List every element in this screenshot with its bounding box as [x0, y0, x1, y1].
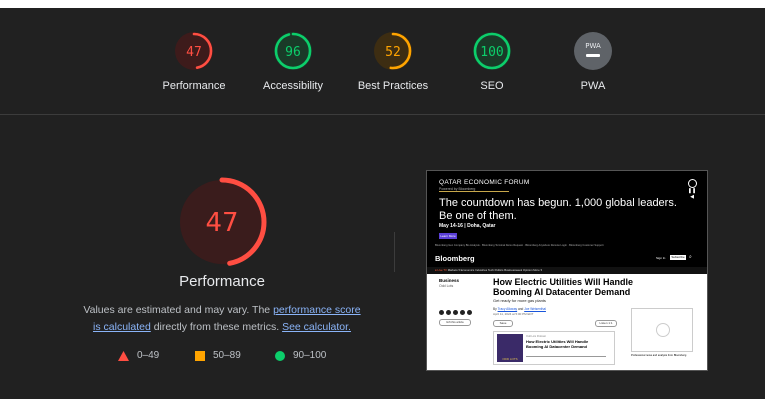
pwa-dash-icon [586, 54, 600, 57]
article: Business Odd Lots How Electric Utilities… [427, 274, 707, 370]
ad-date: May 14-16 | Doha, Qatar [439, 223, 496, 229]
close-icon[interactable] [687, 179, 697, 188]
article-dek: Get ready for more gas plants [493, 298, 546, 303]
pwa-badge-text: PWA [585, 42, 601, 50]
seo-score: 100 [480, 45, 503, 60]
share-icon[interactable] [439, 310, 444, 315]
page-screenshot[interactable]: QATAR ECONOMIC FORUM Powered by Bloomber… [426, 170, 708, 371]
article-headline: How Electric Utilities Will Handle Boomi… [493, 277, 633, 297]
site-nav[interactable]: ● Live TV Markets ▾ Economics Industries… [427, 267, 707, 274]
author-link[interactable]: Tracy Alloway [498, 307, 518, 311]
ad-headline: The countdown has begun. 1,000 global le… [439, 197, 677, 222]
listen-button[interactable]: Listen 1:1 [595, 320, 617, 327]
performance-title: Performance [179, 273, 265, 290]
legend-pass: 90–100 [275, 350, 326, 361]
vertical-separator [394, 232, 395, 272]
accessibility-score-ring: 96 [274, 32, 312, 70]
accessibility-score: 96 [285, 45, 301, 60]
ad-title: QATAR ECONOMIC FORUM [439, 179, 530, 186]
seo-score-ring: 100 [473, 32, 511, 70]
note-text-2: directly from these metrics. [150, 321, 283, 333]
ad-rule [439, 191, 509, 192]
bloomberg-logo[interactable]: Bloomberg [435, 254, 475, 263]
subscribe-button[interactable]: Subscribe [670, 255, 686, 260]
best-practices-score-ring: 52 [374, 32, 412, 70]
circle-icon [275, 350, 285, 361]
pwa-label: PWA [580, 80, 606, 92]
performance-label: Performance [162, 80, 226, 92]
note-text: Values are estimated and may vary. The [83, 304, 274, 316]
performance-main-gauge: 47 [177, 177, 267, 267]
accessibility-label: Accessibility [263, 80, 323, 92]
podcast-player[interactable]: ODD LOTS Odd Lots Podcast How Electric U… [493, 331, 615, 365]
article-section[interactable]: Business [439, 278, 459, 283]
performance-score-ring: 47 [175, 32, 213, 70]
article-date: April 11, 2024 at 5:00 PM EDT [493, 312, 534, 316]
ad-controls[interactable]: ❚❚ ◀ [687, 179, 697, 203]
podcast-progress[interactable] [526, 356, 606, 357]
section-divider [0, 114, 765, 115]
legend-average: 50–89 [195, 350, 241, 361]
performance-score: 47 [186, 45, 202, 60]
share-icons[interactable] [439, 310, 472, 315]
author-link[interactable]: Joe Weisenthal [524, 307, 546, 311]
ad-placeholder-icon [656, 323, 670, 337]
site-header: Bloomberg Sign In Subscribe ⌕ [427, 251, 707, 267]
legend-pass-range: 90–100 [293, 350, 327, 361]
performance-main-score: 47 [205, 208, 238, 238]
podcast-title: How Electric Utilities Will Handle Boomi… [526, 339, 589, 349]
best-practices-label: Best Practices [357, 80, 429, 92]
ad-banner[interactable]: QATAR ECONOMIC FORUM Powered by Bloomber… [427, 171, 707, 249]
gift-article-button[interactable]: Gift this article [439, 319, 471, 326]
best-practices-score: 52 [385, 45, 401, 60]
gauge-best-practices[interactable]: 52 Best Practices [348, 30, 438, 92]
nav-links[interactable]: Markets ▾ Economics Industries Tech Poli… [448, 268, 542, 272]
gauge-performance[interactable]: 47 Performance [149, 30, 239, 92]
podcast-label: Odd Lots Podcast [526, 335, 546, 338]
article-byline: By Tracy Alloway and Joe Weisenthal [493, 307, 546, 311]
share-icon[interactable] [446, 310, 451, 315]
gauge-seo[interactable]: 100 SEO [447, 30, 537, 92]
metrics-note: Values are estimated and may vary. The p… [80, 302, 364, 336]
podcast-art: ODD LOTS [497, 334, 523, 362]
search-icon[interactable]: ⌕ [689, 254, 692, 260]
live-tv-link[interactable]: ● Live TV [435, 268, 447, 272]
seo-label: SEO [480, 80, 504, 92]
share-icon[interactable] [467, 310, 472, 315]
ad-learn-more-button[interactable]: Learn More [439, 233, 457, 239]
legend-fail: 0–49 [118, 350, 159, 361]
see-calculator-link[interactable]: See calculator. [282, 321, 351, 333]
sign-in-link[interactable]: Sign In [656, 256, 665, 260]
side-ad-caption: Professional news and analysis from Bloo… [631, 354, 687, 357]
mute-icon[interactable]: ◀ [687, 194, 697, 200]
share-icon[interactable] [453, 310, 458, 315]
legend-fail-range: 0–49 [137, 350, 160, 361]
ad-links[interactable]: Bloomberg Gen Company Bio Analysis · Blo… [435, 244, 699, 247]
square-icon [195, 350, 205, 361]
article-subsection[interactable]: Odd Lots [439, 284, 453, 288]
gauge-accessibility[interactable]: 96 Accessibility [248, 30, 338, 92]
legend-average-range: 50–89 [213, 350, 241, 361]
pwa-ring-background [574, 32, 612, 70]
pwa-score-ring: PWA [574, 32, 612, 70]
share-icon[interactable] [460, 310, 465, 315]
top-page-strip [0, 0, 765, 8]
side-ad[interactable] [631, 308, 693, 352]
save-button[interactable]: Save [493, 320, 513, 327]
gauge-pwa[interactable]: PWA PWA [548, 30, 638, 92]
triangle-icon [118, 350, 129, 361]
